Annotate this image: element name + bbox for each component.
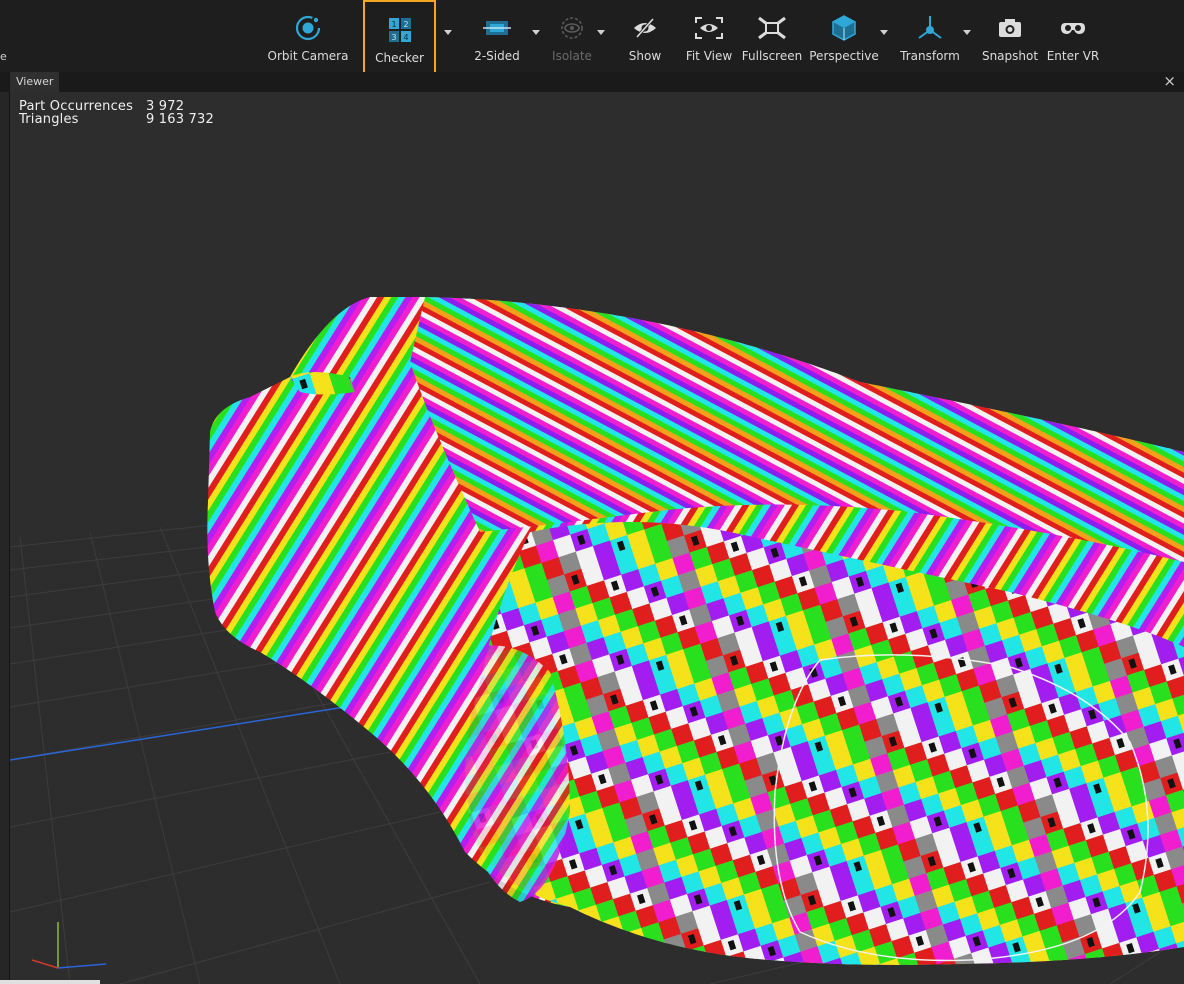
- svg-text:2: 2: [403, 20, 408, 29]
- tab-viewer[interactable]: Viewer: [10, 72, 60, 92]
- vr-headset-icon: [1059, 8, 1087, 48]
- left-panel-edge: [0, 92, 10, 984]
- checker-label: Checker: [375, 51, 424, 65]
- bottom-panel-tab[interactable]: [0, 980, 100, 984]
- triangles-label: Triangles: [19, 112, 79, 127]
- two-sided-button[interactable]: 2-Sided: [466, 0, 528, 72]
- orbit-camera-label: Orbit Camera: [267, 49, 349, 63]
- checker-button[interactable]: 1 2 3 4 Checker: [363, 0, 436, 74]
- show-label: Show: [628, 49, 662, 63]
- perspective-label: Perspective: [809, 49, 879, 63]
- scene-statistics: Part Occurrences 3 972 Triangles 9 163 7…: [19, 100, 214, 126]
- orbit-camera-button[interactable]: Orbit Camera: [268, 0, 348, 72]
- viewer-3d-viewport[interactable]: Part Occurrences 3 972 Triangles 9 163 7…: [10, 92, 1184, 984]
- scene-canvas: [10, 297, 1184, 984]
- car-model: [207, 297, 1184, 965]
- snapshot-button[interactable]: Snapshot: [982, 0, 1038, 72]
- two-sided-label: 2-Sided: [474, 49, 520, 63]
- fullscreen-label: Fullscreen: [741, 49, 803, 63]
- checker-icon: 1 2 3 4: [388, 10, 412, 50]
- svg-text:4: 4: [403, 33, 408, 42]
- fullscreen-button[interactable]: Fullscreen: [742, 0, 802, 72]
- transform-dropdown-caret[interactable]: [963, 30, 971, 35]
- axis-gizmo: [31, 922, 107, 969]
- orbit-camera-icon: [294, 8, 322, 48]
- svg-text:1: 1: [391, 20, 396, 29]
- isolate-dropdown-caret[interactable]: [597, 30, 605, 35]
- fit-view-button[interactable]: Fit View: [684, 0, 734, 72]
- perspective-dropdown-caret[interactable]: [880, 30, 888, 35]
- camera-icon: [997, 8, 1023, 48]
- isolate-eye-icon: [558, 8, 586, 48]
- show-button[interactable]: Show: [622, 0, 668, 72]
- transform-gizmo-icon: [916, 8, 944, 48]
- isolate-button[interactable]: Isolate: [546, 0, 598, 72]
- close-icon[interactable]: ×: [1163, 72, 1176, 90]
- show-hidden-eye-icon: [632, 8, 658, 48]
- fullscreen-icon: [757, 8, 787, 48]
- transform-label: Transform: [900, 49, 960, 63]
- two-sided-dropdown-caret[interactable]: [532, 30, 540, 35]
- transform-button[interactable]: Transform: [898, 0, 962, 72]
- triangles-value: 9 163 732: [146, 112, 214, 127]
- enter-vr-button[interactable]: Enter VR: [1046, 0, 1100, 72]
- viewer-tab-bar: Viewer ×: [0, 72, 1184, 92]
- two-sided-icon: [482, 8, 512, 48]
- left-panel-stub-text: e: [0, 50, 7, 63]
- snapshot-label: Snapshot: [981, 49, 1039, 63]
- checker-dropdown-caret[interactable]: [444, 30, 452, 35]
- perspective-button[interactable]: Perspective: [809, 0, 879, 72]
- main-toolbar: e Orbit Camera 1 2 3 4 Checker 2-Sided I…: [0, 0, 1184, 74]
- svg-text:3: 3: [391, 33, 396, 42]
- fit-view-icon: [694, 8, 724, 48]
- isolate-label: Isolate: [552, 49, 592, 63]
- enter-vr-label: Enter VR: [1046, 49, 1100, 63]
- perspective-cube-icon: [831, 8, 857, 48]
- fit-view-label: Fit View: [685, 49, 733, 63]
